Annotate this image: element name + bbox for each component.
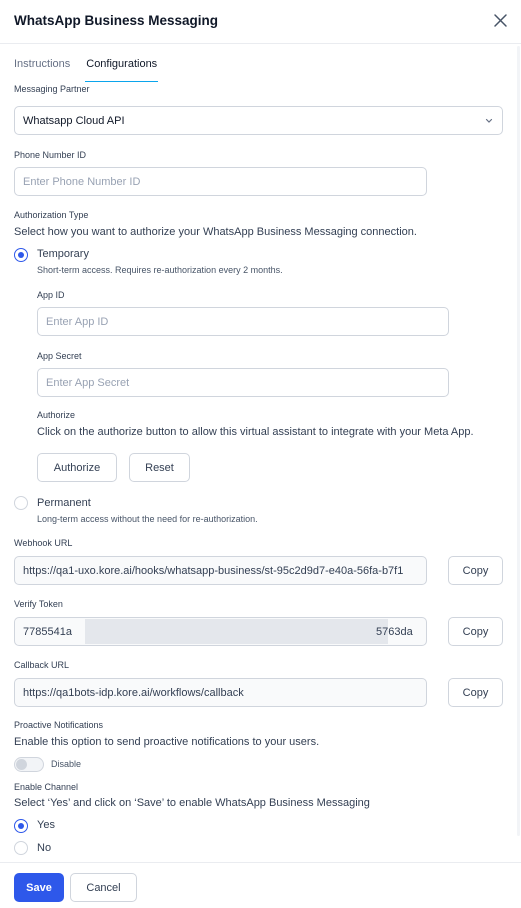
webhook-url-field[interactable]: https://qa1-uxo.kore.ai/hooks/whatsapp-b… [14, 556, 427, 585]
enable-channel-no-radio[interactable] [14, 841, 28, 855]
app-id-field [37, 307, 449, 336]
permanent-radio[interactable] [14, 496, 28, 510]
authorize-description: Click on the authorize button to allow t… [37, 426, 474, 438]
verify-token-value-end: 5763da [376, 626, 413, 638]
proactive-toggle-label: Disable [51, 759, 82, 769]
proactive-notifications-label: Proactive Notifications [14, 720, 104, 730]
copy-callback-url-button[interactable]: Copy [448, 678, 503, 707]
messaging-partner-value: Whatsapp Cloud API [23, 115, 125, 127]
temporary-help: Short-term access. Requires re-authoriza… [37, 265, 283, 275]
callback-url-field[interactable]: https://qa1bots-idp.kore.ai/workflows/ca… [14, 678, 427, 707]
proactive-notifications-toggle[interactable] [14, 757, 44, 772]
dialog-title: WhatsApp Business Messaging [14, 13, 219, 28]
authorization-type-label: Authorization Type [14, 210, 89, 220]
tab-bar: Instructions Configurations [14, 58, 173, 82]
enable-channel-yes-radio[interactable] [14, 819, 28, 833]
copy-webhook-url-button[interactable]: Copy [448, 556, 503, 585]
scrollbar[interactable] [517, 46, 520, 836]
phone-number-id-label: Phone Number ID [14, 150, 87, 160]
close-icon[interactable] [492, 12, 509, 29]
authorize-button[interactable]: Authorize [37, 453, 117, 482]
permanent-label: Permanent [37, 497, 91, 509]
callback-url-value: https://qa1bots-idp.kore.ai/workflows/ca… [23, 687, 244, 699]
enable-channel-yes-label: Yes [37, 819, 55, 831]
verify-token-mask [85, 619, 388, 644]
authorize-label: Authorize [37, 410, 76, 420]
messaging-partner-label: Messaging Partner [14, 84, 90, 94]
temporary-label: Temporary [37, 248, 89, 260]
cancel-button[interactable]: Cancel [70, 873, 137, 902]
app-secret-label: App Secret [37, 351, 82, 361]
save-button[interactable]: Save [14, 873, 64, 902]
phone-number-id-input[interactable] [15, 168, 426, 195]
permanent-help: Long-term access without the need for re… [37, 514, 258, 524]
app-id-input[interactable] [38, 308, 448, 335]
verify-token-value-start: 7785541a [23, 626, 72, 638]
tab-configurations[interactable]: Configurations [85, 58, 159, 82]
callback-url-label: Callback URL [14, 660, 70, 670]
verify-token-label: Verify Token [14, 599, 63, 609]
phone-number-id-field [14, 167, 427, 196]
proactive-notifications-description: Enable this option to send proactive not… [14, 736, 320, 748]
enable-channel-label: Enable Channel [14, 782, 79, 792]
app-id-label: App ID [37, 290, 65, 300]
authorization-type-description: Select how you want to authorize your Wh… [14, 226, 417, 238]
reset-button[interactable]: Reset [129, 453, 190, 482]
temporary-radio[interactable] [14, 248, 28, 262]
toggle-knob [16, 759, 27, 770]
messaging-partner-select[interactable]: Whatsapp Cloud API [14, 106, 503, 135]
dialog-header: WhatsApp Business Messaging [0, 0, 521, 44]
dialog-footer: Save Cancel [0, 862, 521, 908]
webhook-url-value: https://qa1-uxo.kore.ai/hooks/whatsapp-b… [23, 565, 404, 577]
app-secret-input[interactable] [38, 369, 448, 396]
chevron-down-icon [485, 118, 493, 123]
tab-instructions[interactable]: Instructions [14, 58, 70, 82]
verify-token-field[interactable]: 7785541a 5763da [14, 617, 427, 646]
enable-channel-description: Select ‘Yes’ and click on ‘Save’ to enab… [14, 797, 370, 809]
webhook-url-label: Webhook URL [14, 538, 73, 548]
copy-verify-token-button[interactable]: Copy [448, 617, 503, 646]
app-secret-field [37, 368, 449, 397]
enable-channel-no-label: No [37, 842, 52, 854]
